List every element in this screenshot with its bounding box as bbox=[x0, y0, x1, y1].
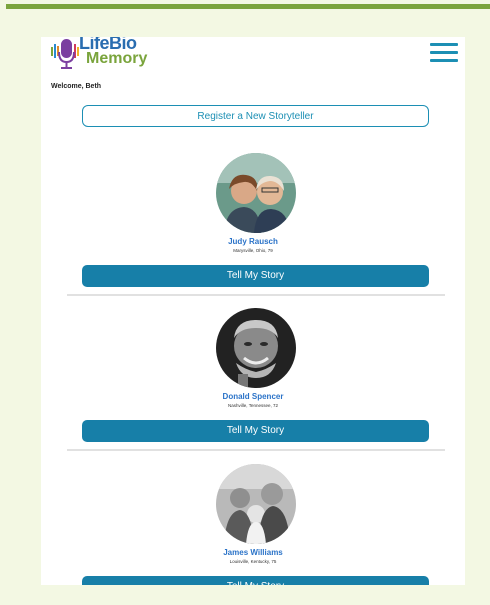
storyteller-name[interactable]: James Williams bbox=[41, 548, 465, 557]
hamburger-menu-icon[interactable] bbox=[430, 43, 458, 63]
storyteller-location: Marysville, Ohio, 79 bbox=[233, 248, 273, 253]
divider bbox=[67, 449, 445, 451]
tell-my-story-button[interactable]: Tell My Story bbox=[82, 420, 429, 442]
storyteller-name[interactable]: Donald Spencer bbox=[41, 392, 465, 401]
app-screen: LifeBio Memory Welcome, Beth Register a … bbox=[41, 37, 465, 585]
lifebio-logo[interactable]: LifeBio Memory bbox=[50, 37, 160, 76]
storyteller-card: Donald Spencer Nashville, Tennessee, 72 … bbox=[41, 308, 465, 458]
storyteller-location: Nashville, Tennessee, 72 bbox=[228, 403, 278, 408]
storyteller-card: Judy Rausch Marysville, Ohio, 79 Tell My… bbox=[41, 153, 465, 303]
tell-my-story-button[interactable]: Tell My Story bbox=[82, 265, 429, 287]
storyteller-card: James Williams Louisville, Kentucky, 75 … bbox=[41, 464, 465, 585]
logo-text-memory: Memory bbox=[86, 50, 148, 67]
storyteller-photo[interactable] bbox=[216, 464, 296, 544]
storyteller-name[interactable]: Judy Rausch bbox=[41, 237, 465, 246]
register-storyteller-button[interactable]: Register a New Storyteller bbox=[82, 105, 429, 127]
storyteller-photo[interactable] bbox=[216, 308, 296, 388]
top-accent-bar bbox=[6, 4, 490, 9]
divider bbox=[67, 294, 445, 296]
welcome-text: Welcome, Beth bbox=[51, 83, 102, 90]
storyteller-photo[interactable] bbox=[216, 153, 296, 233]
tell-my-story-button[interactable]: Tell My Story bbox=[82, 576, 429, 585]
storyteller-location: Louisville, Kentucky, 75 bbox=[229, 559, 277, 564]
